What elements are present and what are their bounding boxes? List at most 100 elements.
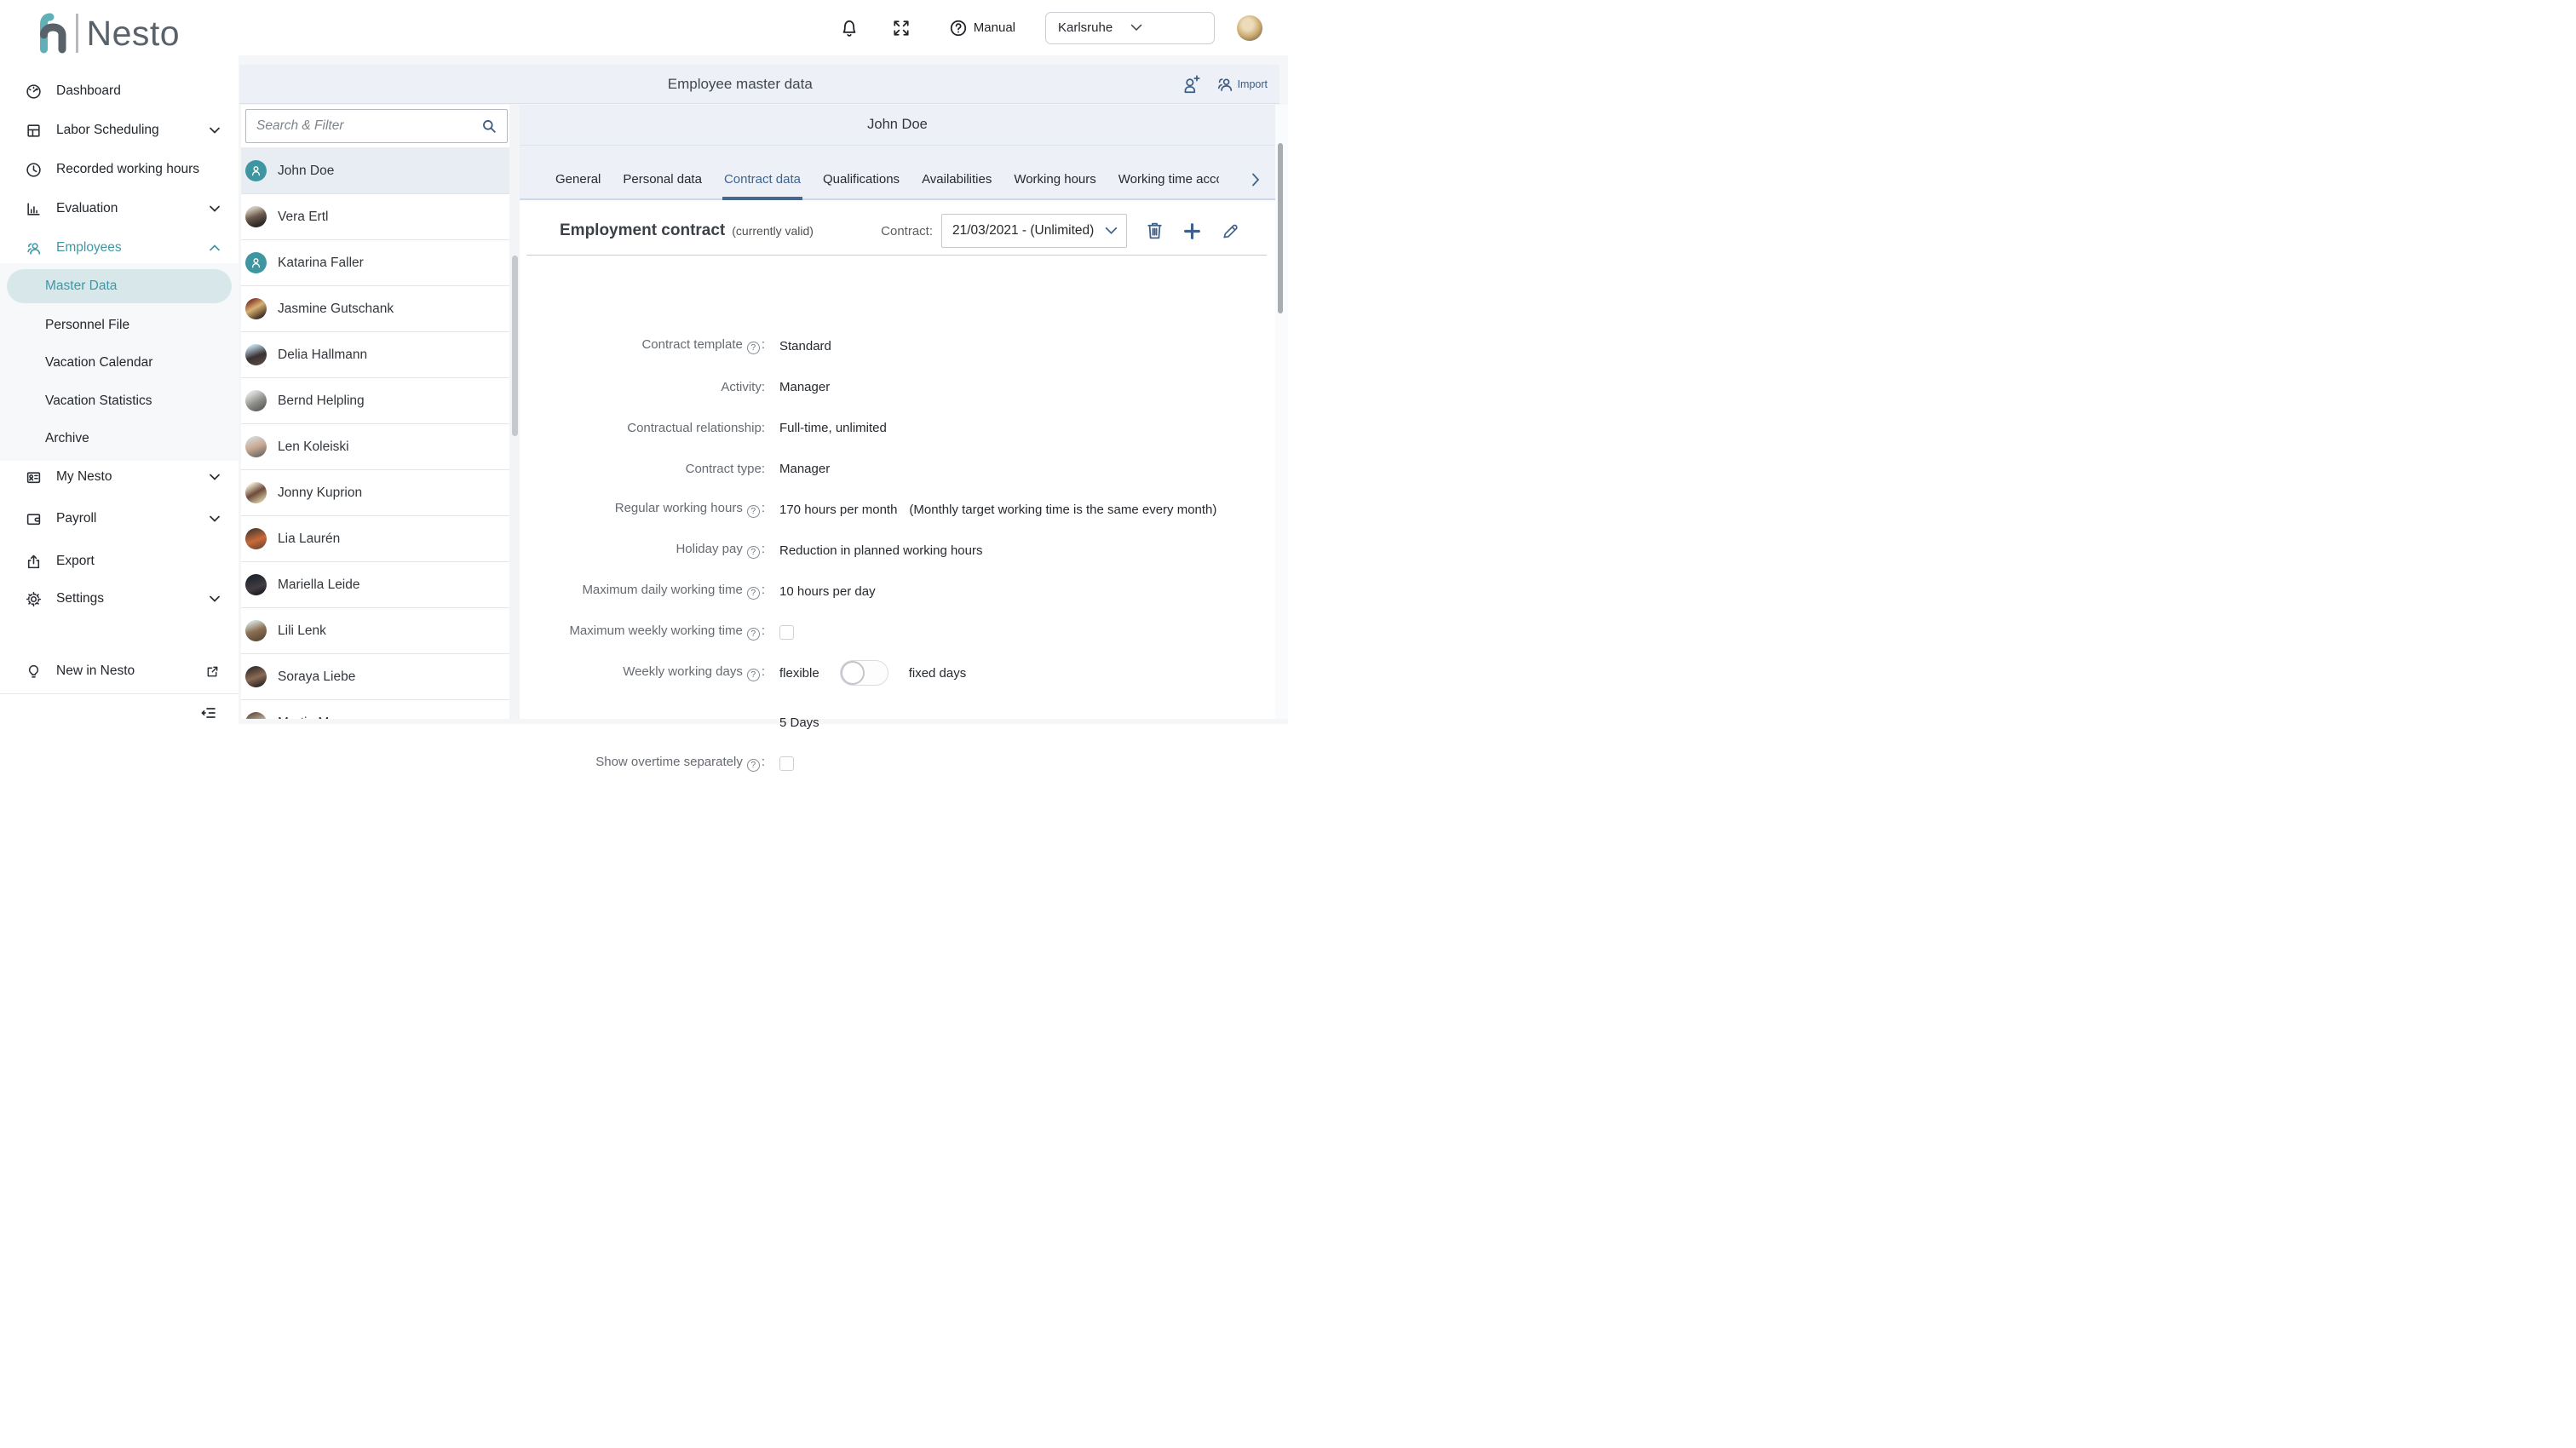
export-icon bbox=[26, 554, 42, 570]
sidebar-item-label: Employees bbox=[56, 240, 122, 256]
fullscreen-icon[interactable] bbox=[892, 19, 911, 37]
list-item-employee[interactable]: Jasmine Gutschank bbox=[241, 285, 509, 331]
sidebar-item-label: Settings bbox=[56, 591, 104, 606]
help-icon[interactable]: ? bbox=[747, 669, 760, 681]
list-item-employee[interactable]: Delia Hallmann bbox=[241, 331, 509, 377]
avatar bbox=[245, 620, 267, 641]
employee-detail-panel: John Doe General Personal data Contract … bbox=[520, 105, 1275, 719]
manual-label: Manual bbox=[974, 20, 1015, 35]
help-icon[interactable]: ? bbox=[747, 342, 760, 354]
employee-name: Len Koleiski bbox=[278, 440, 349, 455]
search-input[interactable] bbox=[246, 118, 476, 134]
max-weekly-working-time-checkbox[interactable] bbox=[779, 625, 794, 640]
list-item-employee[interactable]: Bernd Helpling bbox=[241, 377, 509, 423]
sidebar-item-personnel-file[interactable]: Personnel File bbox=[0, 307, 239, 344]
employee-name: Delia Hallmann bbox=[278, 348, 367, 363]
field-row-show-overtime-separately: Show overtime separately?: bbox=[520, 743, 1275, 784]
avatar bbox=[245, 482, 267, 503]
delete-contract-icon[interactable] bbox=[1145, 221, 1164, 241]
toggle-knob bbox=[841, 661, 865, 685]
list-item-employee[interactable]: Lili Lenk bbox=[241, 607, 509, 653]
help-icon[interactable]: ? bbox=[747, 505, 760, 518]
avatar bbox=[245, 528, 267, 549]
user-avatar[interactable] bbox=[1237, 15, 1262, 41]
page-title: Employee master data bbox=[239, 76, 1182, 93]
avatar bbox=[245, 298, 267, 319]
sidebar-item-recorded-working-hours[interactable]: Recorded working hours bbox=[0, 150, 239, 189]
nesto-logo: Nesto bbox=[37, 11, 180, 55]
tab-contract-data[interactable]: Contract data bbox=[724, 172, 801, 187]
sidebar-item-label: My Nesto bbox=[56, 469, 112, 485]
manual-button[interactable]: Manual bbox=[949, 19, 1015, 37]
sidebar-item-vacation-statistics[interactable]: Vacation Statistics bbox=[0, 382, 239, 420]
import-button[interactable]: Import bbox=[1216, 75, 1268, 94]
tab-personal-data[interactable]: Personal data bbox=[623, 172, 702, 187]
tab-availabilities[interactable]: Availabilities bbox=[922, 172, 992, 187]
help-icon[interactable]: ? bbox=[747, 546, 760, 559]
list-item-employee[interactable]: Martin Manager bbox=[241, 699, 509, 719]
show-overtime-checkbox[interactable] bbox=[779, 756, 794, 771]
external-link-icon[interactable] bbox=[205, 664, 220, 679]
sidebar-item-export[interactable]: Export bbox=[0, 542, 239, 581]
employee-name: Martin Manager bbox=[278, 715, 371, 720]
sidebar-item-employees[interactable]: Employees bbox=[0, 228, 239, 267]
detail-scrollbar-thumb[interactable] bbox=[1278, 143, 1283, 313]
notifications-bell-icon[interactable] bbox=[840, 18, 859, 38]
list-item-employee[interactable]: Lia Laurén bbox=[241, 515, 509, 561]
list-item-employee[interactable]: John Doe bbox=[241, 147, 509, 193]
field-label: Contractual relationship bbox=[627, 421, 762, 435]
sidebar-item-labor-scheduling[interactable]: Labor Scheduling bbox=[0, 111, 239, 150]
tab-working-time-accounts[interactable]: Working time acco bbox=[1118, 172, 1219, 187]
help-icon[interactable]: ? bbox=[747, 759, 760, 772]
wallet-icon bbox=[26, 511, 42, 527]
list-item-employee[interactable]: Soraya Liebe bbox=[241, 653, 509, 699]
sidebar-item-label: Labor Scheduling bbox=[56, 123, 159, 138]
list-item-employee[interactable]: Katarina Faller bbox=[241, 239, 509, 285]
employee-name: Bernd Helpling bbox=[278, 394, 365, 409]
help-icon[interactable]: ? bbox=[747, 628, 760, 641]
employee-name: Jonny Kuprion bbox=[278, 486, 362, 501]
sidebar-item-new-in-nesto[interactable]: New in Nesto bbox=[0, 652, 239, 691]
search-icon[interactable] bbox=[476, 118, 507, 135]
sidebar-item-archive[interactable]: Archive bbox=[0, 420, 239, 457]
employee-name: Soraya Liebe bbox=[278, 669, 355, 685]
contract-select[interactable]: 21/03/2021 - (Unlimited) bbox=[941, 214, 1127, 248]
field-row-regular-working-hours: Regular working hours?: 170 hours per mo… bbox=[520, 489, 1275, 530]
weekly-working-days-toggle[interactable] bbox=[840, 660, 888, 686]
help-icon[interactable]: ? bbox=[747, 587, 760, 600]
tab-working-hours[interactable]: Working hours bbox=[1014, 172, 1095, 187]
sidebar-item-vacation-calendar[interactable]: Vacation Calendar bbox=[0, 344, 239, 382]
sidebar-item-dashboard[interactable]: Dashboard bbox=[0, 72, 239, 111]
tabs-scroll-right-icon[interactable] bbox=[1251, 173, 1260, 187]
sidebar-item-settings[interactable]: Settings bbox=[0, 579, 239, 618]
edit-contract-icon[interactable] bbox=[1220, 221, 1239, 241]
avatar bbox=[245, 666, 267, 687]
add-employee-icon[interactable] bbox=[1182, 73, 1202, 95]
field-label: Holiday pay bbox=[676, 542, 742, 556]
list-item-employee[interactable]: Jonny Kuprion bbox=[241, 469, 509, 515]
sidebar-item-evaluation[interactable]: Evaluation bbox=[0, 189, 239, 228]
sidebar-item-master-data[interactable]: Master Data bbox=[7, 269, 232, 303]
tab-general[interactable]: General bbox=[555, 172, 601, 187]
sidebar-item-payroll[interactable]: Payroll bbox=[0, 499, 239, 538]
field-row-maximum-weekly-working-time: Maximum weekly working time?: bbox=[520, 612, 1275, 652]
collapse-sidebar-icon[interactable] bbox=[201, 706, 216, 720]
tab-qualifications[interactable]: Qualifications bbox=[823, 172, 900, 187]
clock-icon bbox=[26, 162, 42, 178]
add-contract-icon[interactable] bbox=[1182, 221, 1202, 241]
location-select[interactable]: Karlsruhe bbox=[1045, 12, 1215, 44]
sidebar-subitem-label: Vacation Statistics bbox=[45, 394, 152, 409]
help-circle-icon bbox=[949, 19, 968, 37]
field-row-contract-type: Contract type: Manager bbox=[520, 448, 1275, 489]
logo-wordmark: Nesto bbox=[87, 14, 181, 54]
field-value: Full-time, unlimited bbox=[779, 421, 887, 435]
list-item-employee[interactable]: Mariella Leide bbox=[241, 561, 509, 607]
avatar bbox=[245, 436, 267, 457]
sidebar-item-my-nesto[interactable]: My Nesto bbox=[0, 457, 239, 497]
people-icon bbox=[26, 240, 42, 256]
list-item-employee[interactable]: Vera Ertl bbox=[241, 193, 509, 239]
list-item-employee[interactable]: Len Koleiski bbox=[241, 423, 509, 469]
list-scrollbar-thumb[interactable] bbox=[512, 256, 518, 436]
field-label: Maximum daily working time bbox=[582, 583, 742, 597]
sidebar-footer-divider bbox=[0, 693, 239, 694]
